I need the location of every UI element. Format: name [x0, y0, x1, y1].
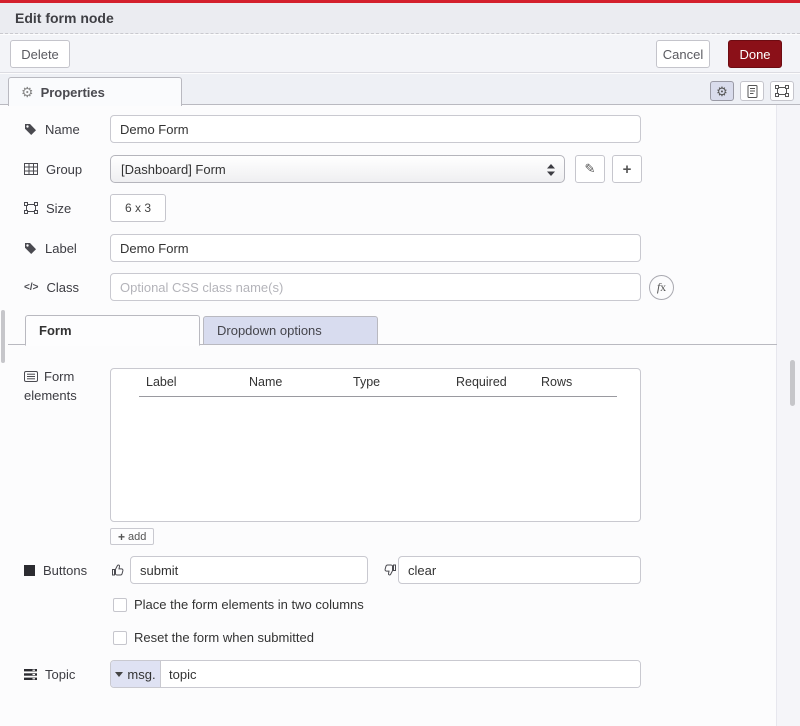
- table-icon: [24, 163, 38, 175]
- done-button[interactable]: Done: [728, 40, 782, 68]
- dialog-header: Edit form node: [0, 3, 800, 34]
- tab-properties-label: Properties: [41, 85, 105, 100]
- form-elements-label: Form elements: [24, 367, 104, 405]
- list-alt-icon: [24, 371, 38, 382]
- select-arrows-icon: [547, 164, 555, 176]
- square-icon: [24, 565, 35, 576]
- add-group-button[interactable]: +: [612, 155, 642, 183]
- gear-icon: ⚙: [21, 85, 34, 99]
- tab-form-label: Form: [39, 323, 72, 338]
- column-header-label: Label: [146, 375, 177, 389]
- document-icon: [747, 85, 758, 98]
- thumbs-up-icon: [111, 563, 125, 577]
- tab-dropdown-options-label: Dropdown options: [217, 323, 322, 338]
- properties-panel: Name Group [Dashboard] Form ✎ +: [0, 105, 800, 726]
- column-header-name: Name: [249, 375, 282, 389]
- fx-button[interactable]: fx: [649, 275, 674, 300]
- clear-button-text-input[interactable]: [398, 556, 641, 584]
- two-columns-label: Place the form elements in two columns: [134, 597, 364, 612]
- plus-icon: +: [623, 161, 632, 178]
- size-value: 6 x 3: [125, 201, 151, 215]
- buttons-field-label: Buttons: [24, 556, 87, 584]
- two-columns-checkbox[interactable]: [113, 598, 127, 612]
- label-input[interactable]: [110, 234, 641, 262]
- reset-form-option: Reset the form when submitted: [113, 630, 314, 645]
- add-element-button[interactable]: + add: [110, 528, 154, 545]
- class-input[interactable]: [110, 273, 641, 301]
- tag-icon: [24, 242, 37, 255]
- topic-field-label: Topic: [24, 660, 75, 688]
- column-header-type: Type: [353, 375, 380, 389]
- cancel-button[interactable]: Cancel: [656, 40, 710, 68]
- editor-tab-bar: ⚙ Properties ⚙: [0, 74, 800, 105]
- plus-icon: +: [118, 530, 125, 544]
- object-group-icon: [775, 85, 789, 97]
- done-button-label: Done: [739, 47, 770, 62]
- tab-form[interactable]: Form: [25, 315, 200, 346]
- submit-button-text-input[interactable]: [130, 556, 368, 584]
- thumbs-down-icon: [383, 563, 397, 577]
- form-elements-list[interactable]: Label Name Type Required Rows: [110, 368, 641, 522]
- code-icon: </>: [24, 282, 38, 293]
- group-field-label: Group: [24, 155, 82, 183]
- topic-input[interactable]: [161, 661, 640, 687]
- delete-button-label: Delete: [21, 47, 59, 62]
- name-input[interactable]: [110, 115, 641, 143]
- description-mini-button[interactable]: [740, 81, 764, 101]
- form-subtabs: Form Dropdown options: [8, 315, 777, 345]
- size-field-label: Size: [24, 194, 71, 222]
- tag-icon: [24, 123, 37, 136]
- group-select[interactable]: [Dashboard] Form: [110, 155, 565, 183]
- properties-mini-button[interactable]: ⚙: [710, 81, 734, 101]
- tasks-icon: [24, 669, 37, 680]
- edit-group-button[interactable]: ✎: [575, 155, 605, 183]
- tab-properties[interactable]: ⚙ Properties: [8, 77, 182, 106]
- reset-form-checkbox[interactable]: [113, 631, 127, 645]
- column-header-rows: Rows: [541, 375, 572, 389]
- dialog-button-bar: Delete Cancel Done: [0, 35, 800, 73]
- chevron-down-icon: [115, 672, 123, 677]
- scroll-gutter: [776, 105, 800, 726]
- appearance-mini-button[interactable]: [770, 81, 794, 101]
- topic-type-label: msg.: [127, 667, 155, 682]
- tab-dropdown-options[interactable]: Dropdown options: [203, 316, 378, 345]
- add-element-label: add: [128, 531, 146, 543]
- topic-type-button[interactable]: msg.: [111, 661, 161, 687]
- column-header-required: Required: [456, 375, 507, 389]
- cancel-button-label: Cancel: [663, 47, 703, 62]
- edit-form-node-dialog: Edit form node Delete Cancel Done ⚙ Prop…: [0, 0, 800, 726]
- two-columns-option: Place the form elements in two columns: [113, 597, 364, 612]
- class-field-label: </> Class: [24, 273, 79, 301]
- pencil-icon: ✎: [585, 161, 596, 177]
- name-field-label: Name: [24, 115, 80, 143]
- right-scrollbar[interactable]: [790, 360, 795, 406]
- delete-button[interactable]: Delete: [10, 40, 70, 68]
- reset-form-label: Reset the form when submitted: [134, 630, 314, 645]
- size-button[interactable]: 6 x 3: [110, 194, 166, 222]
- label-field-label: Label: [24, 234, 77, 262]
- topic-typed-input: msg.: [110, 660, 641, 688]
- header-divider: [139, 396, 617, 397]
- object-group-icon: [24, 202, 38, 214]
- dialog-title: Edit form node: [15, 10, 114, 26]
- gear-icon: ⚙: [716, 85, 728, 98]
- left-scrollbar[interactable]: [1, 310, 5, 363]
- group-select-value: [Dashboard] Form: [121, 162, 226, 177]
